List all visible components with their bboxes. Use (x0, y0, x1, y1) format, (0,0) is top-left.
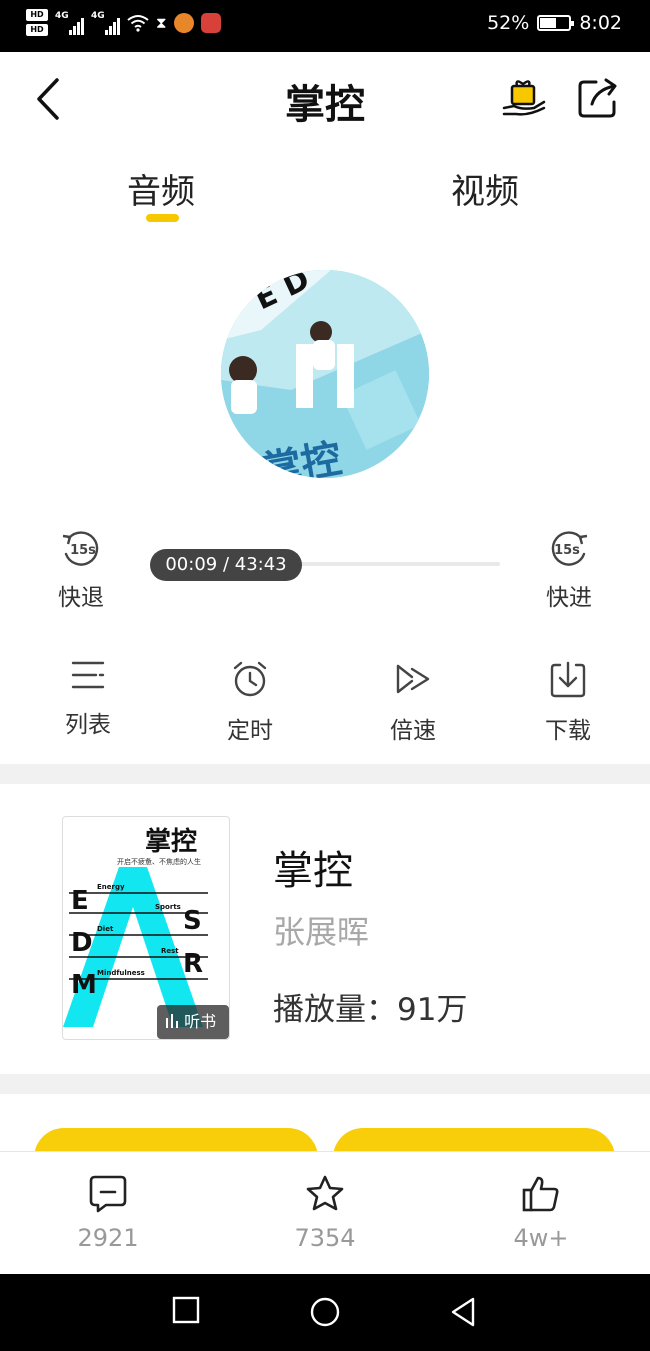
hd-badge-1: HD (26, 9, 48, 21)
comment-icon (89, 1175, 127, 1213)
battery-percent: 52% (487, 12, 530, 34)
thumbs-up-icon (522, 1176, 559, 1212)
forward-label: 快进 (546, 585, 592, 611)
playlist-label: 列表 (65, 712, 111, 738)
system-navigation-bar (0, 1274, 650, 1351)
recent-apps-icon[interactable] (172, 1296, 200, 1324)
battery-icon (537, 15, 575, 31)
like-button[interactable]: 4w+ (481, 1174, 601, 1252)
book-cover-title: 掌控 (145, 827, 198, 857)
network-type-1: 4G (55, 10, 69, 21)
signal-icon-1: 4G (55, 11, 84, 35)
progress-row: 15s 快退 00:09 / 43:43 15s 快进 (0, 520, 650, 620)
pause-icon-right-bar[interactable] (337, 344, 354, 408)
signal-icon-2: 4G (91, 11, 120, 35)
star-icon (306, 1175, 344, 1211)
forward-15s-icon: 15s (551, 531, 588, 566)
rewind-icon-text: 15s (70, 543, 96, 558)
favorite-button[interactable]: 7354 (265, 1174, 385, 1252)
share-icon[interactable] (576, 76, 620, 120)
forward-15s-button[interactable]: 15s 快进 (529, 528, 609, 612)
section-divider-2 (0, 1074, 650, 1094)
playlist-icon (71, 661, 105, 689)
album-cover-art[interactable]: E D 掌控 (221, 270, 429, 478)
cover-letter-s: S (183, 906, 202, 936)
cover-word-energy: Energy (97, 883, 125, 891)
section-divider (0, 764, 650, 784)
book-cover-subtitle: 开启不疲惫、不焦虑的人生 (117, 858, 201, 866)
hd-badge-2: HD (26, 24, 48, 36)
cover-letter-e: E (71, 886, 89, 916)
cover-letter-r: R (183, 949, 203, 979)
rewind-15s-icon: 15s (62, 531, 99, 566)
wifi-icon (127, 14, 149, 32)
book-author[interactable]: 张展晖 (273, 907, 369, 953)
app-notification-icon-2 (200, 12, 221, 33)
cover-letter-m: M (71, 970, 97, 1000)
playlist-button[interactable]: 列表 (43, 655, 133, 739)
network-type-2: 4G (91, 10, 105, 21)
pause-icon[interactable] (296, 344, 313, 408)
speed-button[interactable]: 倍速 (368, 659, 458, 745)
progress-thumb-time[interactable]: 00:09 / 43:43 (150, 549, 302, 581)
like-count: 4w+ (513, 1224, 569, 1252)
timer-button[interactable]: 定时 (205, 659, 295, 745)
forward-icon-text: 15s (554, 543, 580, 558)
cover-illustration: E D 掌控 (221, 270, 429, 478)
status-right: 52% 8:02 (487, 12, 622, 34)
active-tab-indicator (146, 214, 179, 222)
comment-button[interactable]: 2921 (48, 1174, 168, 1252)
top-header: 掌控 (0, 52, 650, 144)
audiobook-badge-label: 听书 (184, 1012, 217, 1031)
back-triangle-icon[interactable] (449, 1296, 477, 1328)
app-notification-icon (173, 12, 194, 33)
rewind-label: 快退 (58, 585, 104, 611)
clock: 8:02 (579, 12, 622, 34)
page-title: 掌控 (285, 82, 365, 128)
comment-count: 2921 (77, 1224, 139, 1252)
cover-letter-d: D (71, 928, 93, 958)
book-info-card[interactable]: E D M S R Energy Diet Mindfulness Sports… (0, 784, 650, 1074)
cover-word-sports: Sports (155, 903, 181, 911)
speed-icon (396, 664, 430, 694)
status-bar: HD HD 4G 4G ⧗ 52% 8:02 (0, 0, 650, 52)
alarm-clock-icon (233, 661, 267, 697)
cover-word-rest: Rest (161, 947, 179, 955)
cover-word-diet: Diet (97, 925, 114, 933)
hd-badges: HD HD (26, 9, 48, 36)
play-count: 播放量：91万 (273, 992, 468, 1028)
cover-word-mindfulness: Mindfulness (97, 969, 145, 977)
tab-audio[interactable]: 音频 (127, 164, 195, 213)
book-title: 掌控 (273, 848, 353, 894)
media-tabs: 音频 视频 (0, 160, 650, 230)
audiobook-badge: 听书 (157, 1005, 229, 1039)
download-label: 下载 (545, 718, 591, 744)
speed-label: 倍速 (390, 718, 436, 744)
audio-bars-icon (166, 1014, 178, 1028)
hourglass-icon: ⧗ (156, 13, 167, 32)
player-controls: 列表 定时 倍速 下载 (0, 655, 650, 755)
home-icon[interactable] (309, 1296, 341, 1328)
rewind-15s-button[interactable]: 15s 快退 (41, 528, 121, 612)
download-button[interactable]: 下载 (523, 659, 613, 745)
timer-label: 定时 (227, 718, 273, 744)
download-icon (550, 661, 586, 698)
favorite-count: 7354 (294, 1224, 356, 1252)
tab-video[interactable]: 视频 (451, 164, 519, 213)
status-left-icons: HD HD 4G 4G ⧗ (26, 9, 221, 36)
gift-icon[interactable] (500, 74, 548, 122)
book-cover[interactable]: E D M S R Energy Diet Mindfulness Sports… (62, 816, 230, 1040)
bottom-action-bar: 2921 7354 4w+ (0, 1151, 650, 1274)
